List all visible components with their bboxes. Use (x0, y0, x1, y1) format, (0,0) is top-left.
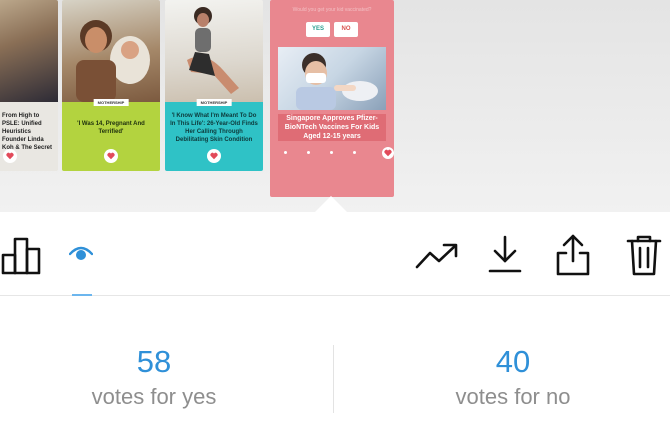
story-logo-icon (382, 147, 394, 159)
story-logo-icon (207, 149, 221, 163)
no-vote-label: votes for no (455, 384, 571, 409)
story-thumbnail[interactable]: From High to PSLE: Unified Heuristics Fo… (0, 0, 58, 171)
poll-sticker: YES NO (306, 22, 358, 37)
trash-icon[interactable] (624, 232, 664, 278)
story-caption: 'I Know What I'm Meant To Do In This Lif… (170, 113, 258, 143)
insights-toolbar (0, 212, 670, 296)
story-thumbnail[interactable]: MOTHERSHIP 'I Know What I'm Meant To Do … (165, 0, 263, 171)
poll-option-no: NO (334, 22, 358, 37)
story-insights-screen: From High to PSLE: Unified Heuristics Fo… (0, 0, 670, 445)
story-page-dots (284, 151, 356, 154)
story-caption: 'I Was 14, Pregnant And Terrified' (77, 121, 145, 135)
yes-votes: 58 votes for yes (4, 344, 304, 410)
story-logo-icon (104, 149, 118, 163)
story-strip[interactable]: From High to PSLE: Unified Heuristics Fo… (0, 0, 670, 212)
selection-pointer (314, 196, 348, 212)
yes-vote-count: 58 (136, 344, 172, 379)
story-logo-icon (3, 149, 17, 163)
story-source-tag: MOTHERSHIP (93, 99, 129, 106)
eye-icon[interactable] (68, 244, 94, 264)
bar-chart-icon[interactable] (0, 232, 44, 276)
poll-results: 58 votes for yes 40 votes for no (0, 296, 670, 445)
story-photo (62, 0, 160, 102)
share-icon[interactable] (553, 232, 593, 278)
poll-question: Would you get your kid vaccinated? (292, 7, 372, 13)
story-photo (0, 0, 58, 102)
story-thumbnail-selected[interactable]: Would you get your kid vaccinated? YES N… (270, 0, 394, 197)
no-votes: 40 votes for no (363, 344, 663, 410)
poll-option-yes: YES (306, 22, 330, 37)
story-photo (165, 0, 263, 102)
trending-up-icon[interactable] (414, 236, 460, 276)
story-photo (278, 47, 386, 110)
download-icon[interactable] (486, 232, 524, 276)
story-source-tag: MOTHERSHIP (196, 99, 232, 106)
results-divider (333, 345, 334, 413)
yes-vote-label: votes for yes (91, 384, 217, 409)
story-caption: From High to PSLE: Unified Heuristics Fo… (2, 113, 53, 151)
no-vote-count: 40 (495, 344, 531, 379)
story-thumbnail[interactable]: MOTHERSHIP 'I Was 14, Pregnant And Terri… (62, 0, 160, 171)
story-caption: Singapore Approves Pfizer-BioNTech Vacci… (278, 114, 386, 141)
